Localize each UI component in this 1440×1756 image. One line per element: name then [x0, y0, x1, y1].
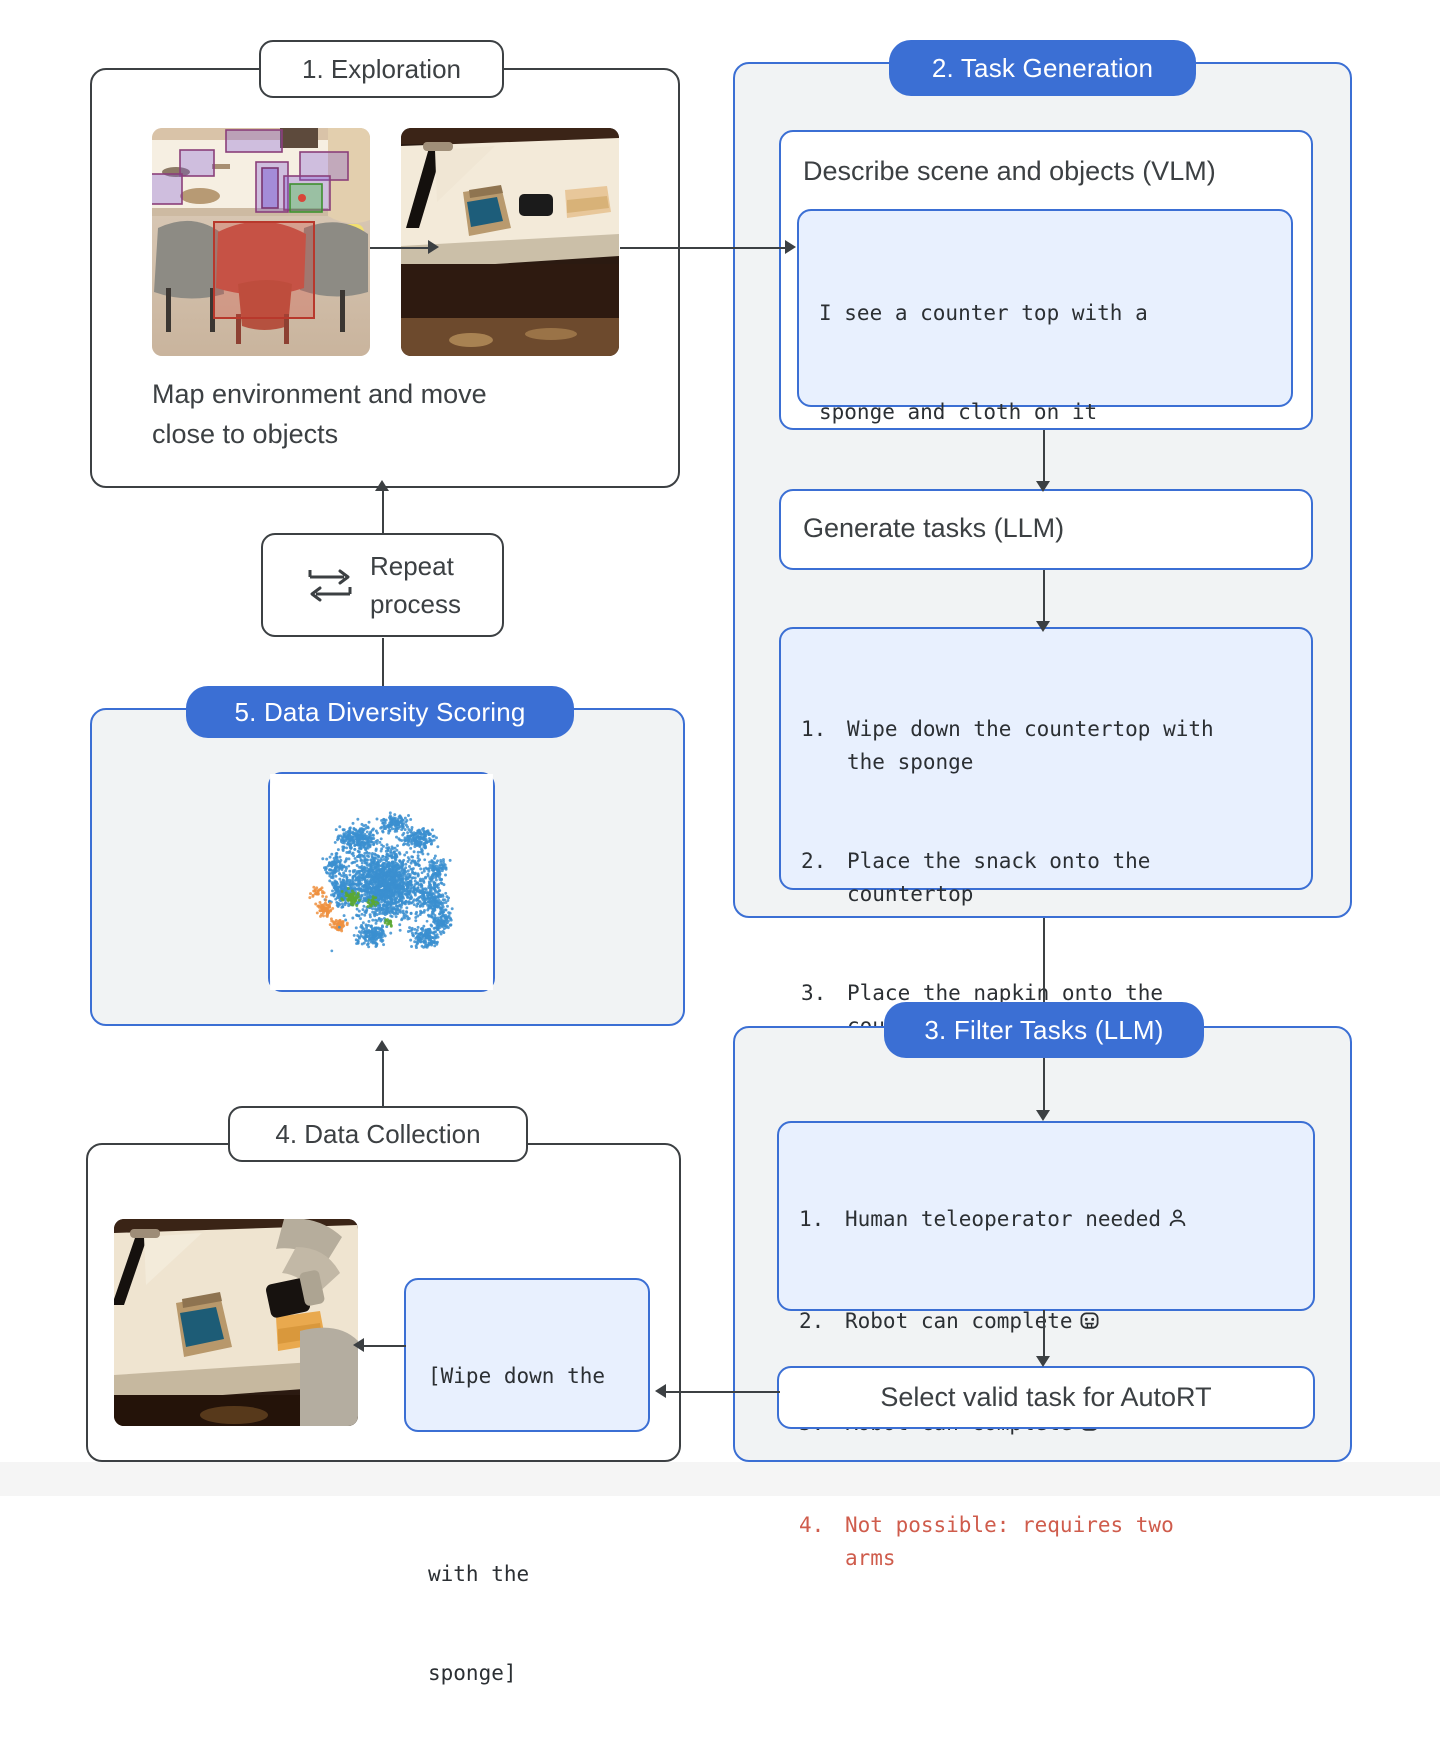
task-number: 2.	[801, 849, 827, 873]
exploration-caption-line-2: close to objects	[152, 419, 339, 449]
task-item: 1. Wipe down the countertop with the spon…	[801, 713, 1299, 779]
task-line: Wipe down the countertop with	[847, 717, 1214, 741]
connector-photo-to-describe	[620, 247, 788, 249]
filter-line: Robot can complete	[845, 1309, 1073, 1333]
stage-collection-label-text: 4. Data Collection	[275, 1118, 481, 1149]
task-text: Place the snack onto the countertop	[847, 845, 1150, 911]
arrowhead-left	[655, 1384, 666, 1398]
filter-item-error: 4. Not possible: requires two arms	[799, 1509, 1303, 1575]
arrowhead-up	[375, 480, 389, 491]
connector-results-to-select	[1043, 1310, 1045, 1362]
task-item: 2. Place the snack onto the countertop	[801, 845, 1299, 911]
filter-results-box: 1. Human teleoperator needed 2. Robot ca…	[777, 1121, 1315, 1570]
exploration-photo-left	[152, 128, 370, 356]
task-line: countertop	[847, 882, 974, 906]
tsne-scatter-plot	[270, 774, 493, 990]
task-line: the sponge	[847, 750, 974, 774]
arrowhead-down	[1036, 621, 1050, 632]
exploration-caption: Map environment and move close to object…	[152, 374, 582, 454]
repeat-icon	[304, 564, 356, 606]
arrowhead-left	[353, 1338, 364, 1352]
filter-line: Human teleoperator needed	[845, 1207, 1162, 1231]
generate-tasks-card[interactable]: Generate tasks (LLM)	[779, 489, 1313, 570]
arrowhead-down	[1036, 1110, 1050, 1121]
describe-heading: Describe scene and objects (VLM)	[803, 156, 1216, 186]
arrowhead-down	[1036, 481, 1050, 492]
connector-exploration-to-taskgen	[370, 247, 430, 249]
arrowhead-up	[375, 1040, 389, 1051]
tsne-plot-card	[268, 772, 495, 992]
stage-exploration-label-text: 1. Exploration	[302, 53, 461, 84]
filter-line: Not possible: requires two	[845, 1513, 1174, 1537]
arrowhead-down	[1036, 1356, 1050, 1367]
stage-filter-label-text: 3. Filter Tasks (LLM)	[924, 1014, 1164, 1045]
collection-photo	[114, 1219, 358, 1426]
robot-icon	[1079, 1308, 1100, 1341]
filter-text: Not possible: requires two arms	[845, 1509, 1174, 1575]
stage-filter-label: 3. Filter Tasks (LLM)	[884, 1002, 1204, 1058]
person-icon	[1167, 1206, 1188, 1239]
filter-text: Human teleoperator needed	[845, 1203, 1188, 1239]
filter-item: 2. Robot can complete	[799, 1305, 1303, 1341]
diagram-canvas: 1. Exploration Map environment and move …	[0, 0, 1440, 1685]
describe-line-2: sponge and cloth on it	[819, 400, 1098, 424]
filter-number: 1.	[799, 1207, 825, 1231]
arrowhead-right	[785, 240, 796, 254]
filter-number: 4.	[799, 1513, 825, 1537]
arrowhead-right	[428, 240, 439, 254]
generate-tasks-heading: Generate tasks (LLM)	[803, 513, 1065, 543]
filter-text: Robot can complete	[845, 1305, 1100, 1341]
instruction-line-4: sponge]	[428, 1661, 517, 1685]
instruction-line-3: with the	[428, 1562, 530, 1586]
page-bottom-strip	[0, 1462, 1440, 1496]
stage-taskgen-label-text: 2. Task Generation	[931, 52, 1154, 83]
repeat-label-line-1: Repeat	[369, 551, 454, 581]
connector-filter-to-results	[1043, 1056, 1045, 1116]
connector-select-to-instruction	[660, 1391, 780, 1393]
instruction-line-1: [Wipe down the	[428, 1364, 606, 1388]
stage-diversity-label: 5. Data Diversity Scoring	[186, 686, 574, 738]
connector-describe-to-generate	[1043, 430, 1045, 485]
select-valid-task-card[interactable]: Select valid task for AutoRT	[777, 1366, 1315, 1429]
task-instruction-bubble: [Wipe down the countertop with the spong…	[404, 1278, 650, 1685]
filter-line: arms	[845, 1546, 896, 1570]
repeat-label-line-2: process	[369, 589, 462, 619]
task-instruction-text: [Wipe down the countertop with the spong…	[406, 1280, 648, 1756]
describe-line-1: I see a counter top with a	[819, 301, 1148, 325]
task-number: 1.	[801, 717, 827, 741]
repeat-process-box: Repeat process	[261, 533, 504, 637]
connector-generate-to-tasks	[1043, 570, 1045, 625]
stage-diversity-label-text: 5. Data Diversity Scoring	[234, 696, 526, 727]
stage-collection-label: 4. Data Collection	[228, 1106, 528, 1162]
filter-item: 1. Human teleoperator needed	[799, 1203, 1303, 1239]
task-line: Place the snack onto the	[847, 849, 1151, 873]
filter-number: 2.	[799, 1309, 825, 1333]
exploration-caption-line-1: Map environment and move	[152, 379, 487, 409]
stage-taskgen-label: 2. Task Generation	[889, 40, 1196, 96]
task-text: Wipe down the countertop with the sponge	[847, 713, 1214, 779]
select-valid-task-label: Select valid task for AutoRT	[880, 1382, 1212, 1412]
stage-exploration-label: 1. Exploration	[259, 40, 504, 98]
connector-repeat-to-exploration	[382, 488, 384, 533]
generated-tasks-box: 1. Wipe down the countertop with the spon…	[779, 627, 1313, 1137]
describe-output-box: I see a counter top with a sponge and cl…	[797, 209, 1293, 787]
connector-instruction-to-photo	[358, 1345, 406, 1347]
